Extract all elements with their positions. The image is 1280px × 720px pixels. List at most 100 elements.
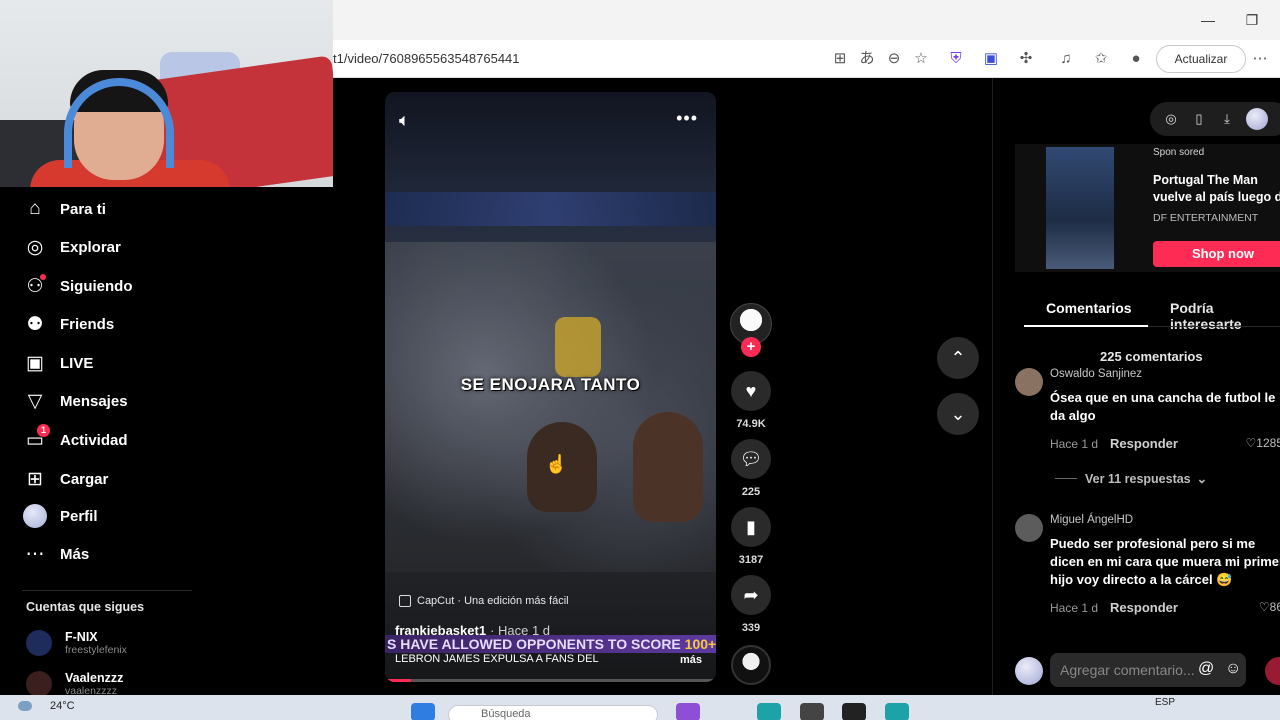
url-text[interactable]: t1/video/7608965563548765441 [333, 51, 520, 66]
more-options-icon[interactable]: ••• [676, 108, 698, 129]
sidebar-item-actividad[interactable]: ▭ 1 Actividad [22, 424, 128, 453]
video-author[interactable]: frankiebasket1 · Hace 1 d [395, 623, 550, 638]
avatar [26, 630, 52, 656]
media-icon[interactable]: ♫ [1056, 49, 1076, 69]
sidebar-item-label: Para ti [60, 200, 106, 218]
comment-like[interactable]: ♡1285 [1246, 436, 1280, 450]
menu-dots-icon[interactable]: ⋯ [1250, 49, 1270, 69]
following-title: Cuentas que sigues [26, 600, 145, 614]
heart-icon[interactable]: ♥ [731, 371, 771, 411]
weather-widget[interactable]: 24°C [18, 700, 75, 712]
sidebar-item-perfil[interactable]: Perfil [22, 503, 98, 529]
upload-icon: ⊞ [27, 468, 43, 490]
comment-input[interactable]: Agregar comentario... [1050, 653, 1246, 687]
author-name: frankiebasket1 [395, 623, 487, 638]
app-grid-icon[interactable]: ⊞ [830, 49, 850, 69]
download-icon[interactable]: ⤓ [1218, 110, 1236, 128]
favorite-star-icon[interactable]: ☆ [911, 49, 931, 69]
update-button[interactable]: Actualizar [1156, 45, 1246, 73]
mobile-icon[interactable]: ▯ [1190, 110, 1208, 128]
shop-now-button[interactable]: Shop now [1153, 241, 1280, 267]
sidebar-item-cargar[interactable]: ⊞ Cargar [22, 466, 108, 492]
browser-icon[interactable] [885, 703, 909, 720]
comment-user[interactable]: Oswaldo Sanjinez [1050, 368, 1142, 380]
share-action[interactable]: ➦ 339 [728, 575, 774, 634]
crowd [385, 242, 716, 572]
reply-button[interactable]: Responder [1110, 600, 1178, 615]
tab-podria-interesarte[interactable]: Podría interesarte [1170, 300, 1280, 332]
translate-icon[interactable]: あ [857, 49, 877, 69]
sound-disc[interactable] [731, 645, 771, 685]
top-pill-toolbar: ◎ ▯ ⤓ [1150, 102, 1280, 136]
capcut-link[interactable]: CapCut · Una edición más fácil [399, 592, 569, 610]
app-icon[interactable] [800, 703, 824, 720]
comment-user[interactable]: Miguel ÁngelHD [1050, 514, 1133, 526]
extension-icon[interactable]: ▣ [981, 49, 1001, 69]
sidebar-item-siguiendo[interactable]: ⚇ Siguiendo [22, 273, 133, 299]
save-action[interactable]: ▮ 3187 [728, 507, 774, 566]
ad-thumbnail[interactable] [1046, 147, 1114, 269]
reply-button[interactable]: Responder [1110, 436, 1178, 451]
comment-action[interactable]: 💬︎ 225 [728, 439, 774, 498]
more-description-link[interactable]: más [680, 654, 702, 666]
sidebar-item-para-ti[interactable]: ⌂ Para ti [22, 196, 106, 222]
view-replies-button[interactable]: Ver 11 respuestas ⌄ [1055, 471, 1207, 486]
maximize-icon[interactable]: ❐ [1242, 10, 1262, 30]
video-description: LEBRON JAMES EXPULSA A FANS DEL [395, 653, 599, 665]
profile-icon[interactable]: ● [1126, 49, 1146, 69]
progress-track[interactable] [385, 679, 716, 682]
more-icon: ⋯ [25, 543, 45, 565]
followed-account[interactable]: Vaalenzzz vaalenzzzz [26, 671, 123, 697]
zoom-icon[interactable]: ⊖ [884, 49, 904, 69]
avatar[interactable] [1246, 108, 1268, 130]
avatar[interactable] [1015, 368, 1043, 396]
progress-fill [385, 679, 412, 682]
comment-like[interactable]: ♡86 [1259, 600, 1280, 614]
edge-icon[interactable] [757, 703, 781, 720]
video-player[interactable]: 🔈︎ ••• SE ENOJARA TANTO ☝ CapCut · Una e… [385, 92, 716, 682]
windows-start-icon[interactable] [411, 703, 435, 720]
profile-avatar-icon [22, 503, 48, 529]
comment-text: Ósea que en una cancha de futbol le da a… [1050, 390, 1276, 423]
sidebar-item-mensajes[interactable]: ▽ Mensajes [22, 388, 128, 414]
previous-video-button[interactable]: ⌃ [937, 337, 979, 379]
taskbar-search[interactable]: Búsqueda [448, 705, 658, 720]
sidebar-item-explorar[interactable]: ◎ Explorar [22, 234, 121, 260]
comment-composer: Agregar comentario... @ ☺ [1015, 653, 1280, 689]
pointer-cursor-icon: ☝ [545, 454, 568, 474]
sidebar-item-label: LIVE [60, 354, 94, 372]
sidebar-item-friends[interactable]: ⚉ Friends [22, 311, 114, 337]
language-indicator[interactable]: ESP [1155, 697, 1175, 708]
puzzle-icon[interactable]: ✣ [1016, 49, 1036, 69]
comment-icon[interactable]: 💬︎ [731, 439, 771, 479]
sponsored-ad[interactable]: Spon sored Portugal The Man vuelve al pa… [1015, 144, 1280, 272]
tab-comentarios[interactable]: Comentarios [1046, 300, 1132, 316]
shield-extension-icon[interactable]: ⛨ [946, 49, 966, 69]
post-comment-button[interactable] [1265, 657, 1280, 685]
activity-badge: 1 [37, 424, 50, 437]
avatar [26, 671, 52, 697]
app-icon[interactable] [676, 703, 700, 720]
like-action[interactable]: ♥ 74.9K [728, 371, 774, 430]
mention-icon[interactable]: @ [1198, 660, 1214, 678]
favorites-icon[interactable]: ✩ [1091, 49, 1111, 69]
account-name: F-NIX [65, 630, 98, 644]
minimize-icon[interactable]: — [1198, 10, 1218, 30]
app-icon[interactable] [842, 703, 866, 720]
sidebar-item-label: Mensajes [60, 392, 128, 410]
follow-button[interactable]: + [741, 337, 761, 357]
next-video-button[interactable]: ⌄ [937, 393, 979, 435]
ad-title[interactable]: Portugal The Man vuelve al país luego d.… [1153, 172, 1280, 206]
share-icon[interactable]: ➦ [731, 575, 771, 615]
account-name: Vaalenzzz [65, 671, 124, 685]
emoji-icon[interactable]: ☺ [1225, 660, 1241, 678]
compass-icon[interactable]: ◎ [1162, 110, 1180, 128]
bookmark-icon[interactable]: ▮ [731, 507, 771, 547]
sidebar-item-live[interactable]: ▣ LIVE [22, 350, 93, 376]
mute-icon[interactable]: 🔈︎ [399, 110, 410, 131]
chevron-up-icon: ⌃ [950, 347, 966, 368]
sidebar-item-mas[interactable]: ⋯ Más [22, 541, 90, 567]
fan-yellow-shirt [555, 317, 601, 377]
followed-account[interactable]: F-NIX freestylefenix [26, 630, 127, 656]
avatar[interactable] [1015, 514, 1043, 542]
